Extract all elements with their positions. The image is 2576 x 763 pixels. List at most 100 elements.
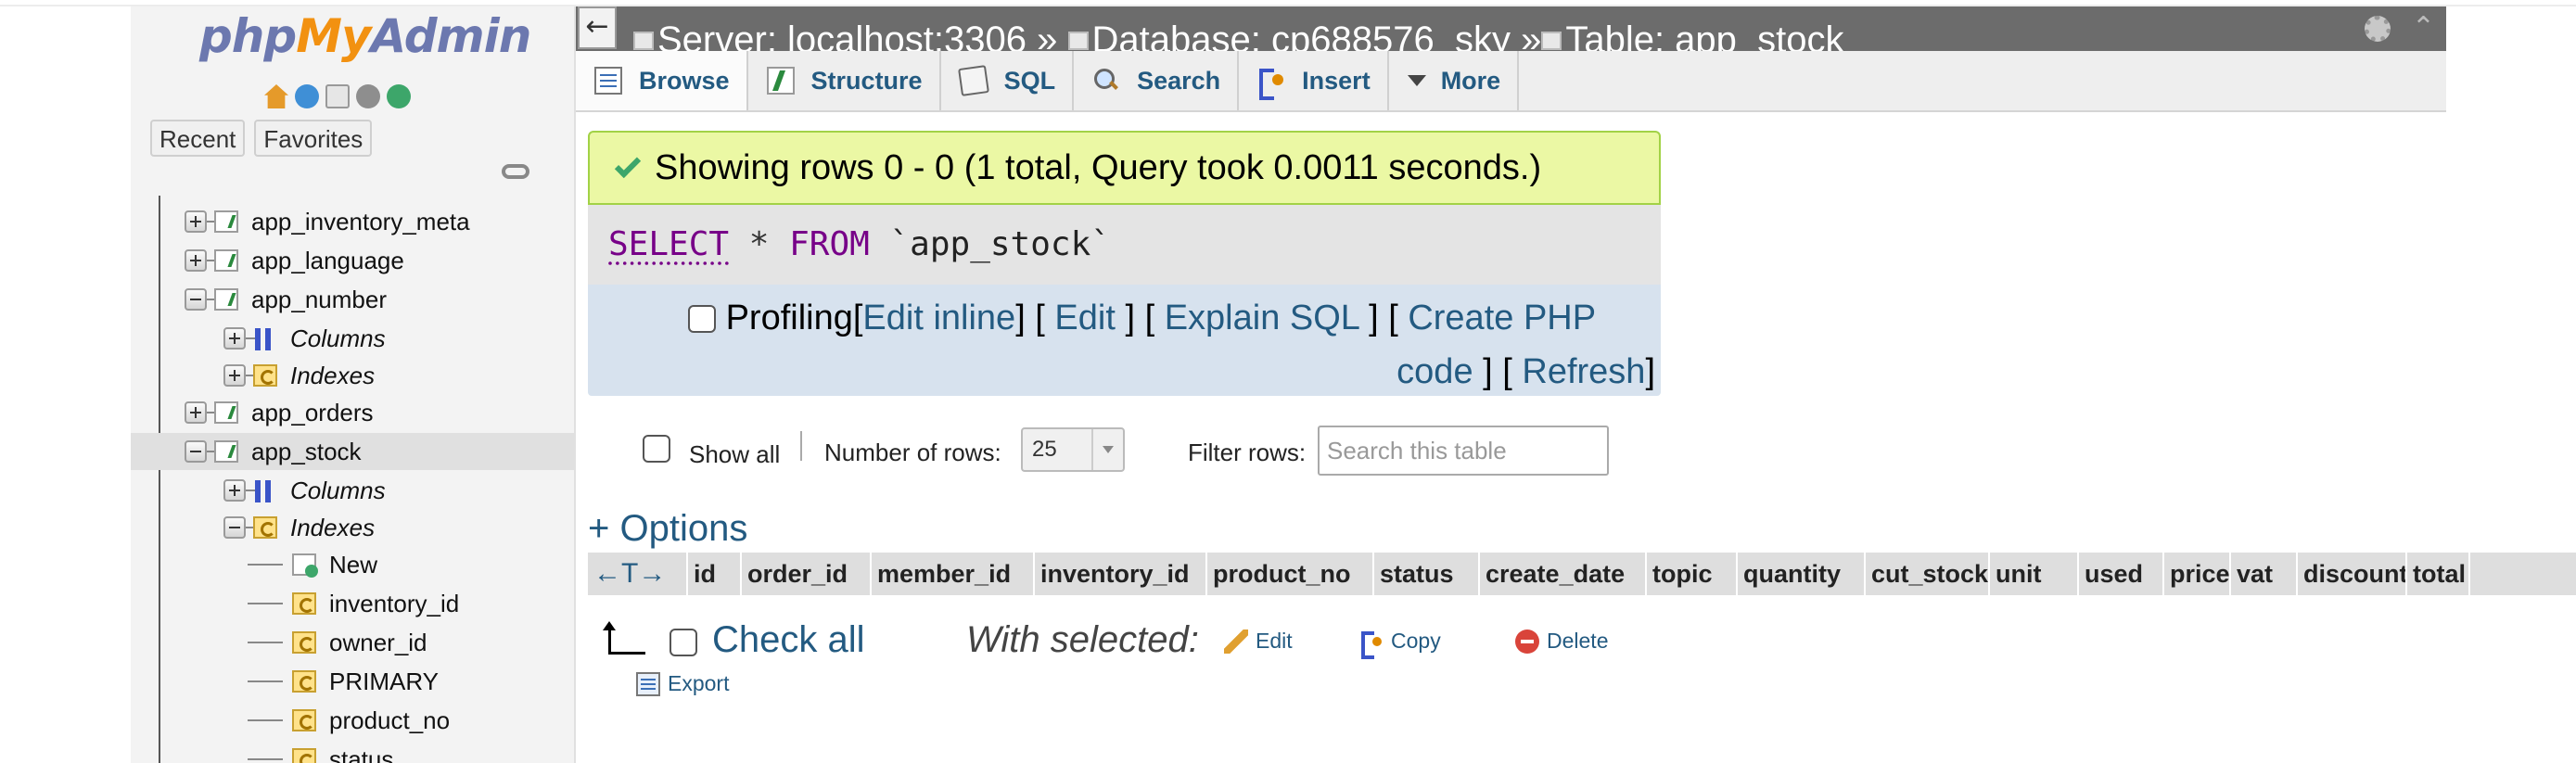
phpmyadmin-logo[interactable]: phpMyAdmin — [199, 9, 531, 63]
create-php-link-cont[interactable]: code — [1396, 352, 1473, 391]
help-icon[interactable] — [295, 84, 319, 108]
tree-item-label[interactable]: app_language — [251, 242, 404, 279]
tab-more[interactable]: More — [1388, 51, 1520, 110]
link-with-main-panel-icon[interactable] — [502, 164, 529, 179]
tree-item-columns[interactable]: Columns — [131, 472, 574, 509]
tree-item-new-index[interactable]: New — [131, 546, 574, 583]
column-header[interactable]: member_id — [872, 553, 1035, 595]
copy-selected-button[interactable]: Copy — [1359, 629, 1441, 659]
tree-item-index[interactable]: inventory_id — [131, 585, 574, 622]
back-button[interactable]: ← — [578, 6, 617, 49]
column-header[interactable]: product_no — [1207, 553, 1374, 595]
tree-item-label[interactable]: Indexes — [290, 509, 375, 546]
reload-icon[interactable] — [387, 84, 411, 108]
column-header[interactable]: quantity — [1738, 553, 1866, 595]
column-header[interactable]: create_date — [1480, 553, 1647, 595]
settings-gear-icon[interactable] — [356, 84, 380, 108]
edit-link[interactable]: Edit — [1054, 299, 1115, 337]
tree-item-indexes[interactable]: Indexes — [131, 357, 574, 394]
tree-item-table[interactable]: app_number — [131, 281, 574, 318]
column-header[interactable]: order_id — [742, 553, 872, 595]
index-icon — [253, 516, 277, 539]
documentation-icon[interactable] — [325, 84, 350, 108]
tree-item-index[interactable]: PRIMARY — [131, 663, 574, 700]
collapse-icon[interactable]: ⌃ — [2412, 14, 2435, 42]
tree-item-label[interactable]: Columns — [290, 472, 386, 509]
tree-item-label[interactable]: PRIMARY — [329, 663, 439, 700]
tree-item-columns[interactable]: Columns — [131, 320, 574, 357]
home-icon[interactable] — [264, 84, 288, 108]
delete-selected-button[interactable]: Delete — [1515, 629, 1608, 654]
create-php-link[interactable]: Create PHP — [1408, 299, 1596, 337]
sql-query-box[interactable]: SELECT * FROM `app_stock` — [588, 205, 1661, 285]
expand-icon[interactable] — [185, 210, 207, 233]
tree-item-table[interactable]: app_inventory_meta — [131, 203, 574, 240]
column-header[interactable]: discount — [2298, 553, 2407, 595]
tree-item-indexes[interactable]: Indexes — [131, 509, 574, 546]
expand-icon[interactable] — [223, 327, 246, 350]
explain-sql-link[interactable]: Explain SQL — [1165, 299, 1359, 337]
column-header[interactable]: used — [2079, 553, 2164, 595]
refresh-link[interactable]: Refresh — [1522, 352, 1645, 391]
breadcrumb-server[interactable]: Server: localhost:3306 — [657, 19, 1027, 51]
tree-item-index[interactable]: product_no — [131, 702, 574, 739]
column-header[interactable]: unit — [1990, 553, 2079, 595]
edit-inline-link[interactable]: Edit inline — [862, 299, 1015, 337]
tree-item-label[interactable]: status — [329, 741, 393, 763]
edit-selected-button[interactable]: Edit — [1224, 629, 1293, 654]
options-toggle[interactable]: + Options — [588, 508, 747, 550]
tree-item-label[interactable]: New — [329, 546, 377, 583]
tab-browse[interactable]: Browse — [576, 51, 748, 110]
column-header[interactable]: vat — [2231, 553, 2298, 595]
check-all-checkbox[interactable] — [670, 629, 697, 656]
collapse-icon[interactable] — [185, 440, 207, 463]
tree-item-label[interactable]: Columns — [290, 320, 386, 357]
tree-item-label[interactable]: inventory_id — [329, 585, 459, 622]
tab-search[interactable]: Search — [1074, 51, 1240, 110]
collapse-icon[interactable] — [185, 288, 207, 311]
with-selected-label: With selected: — [966, 619, 1199, 660]
column-header[interactable]: total — [2407, 553, 2470, 595]
tree-item-table[interactable]: app_orders — [131, 394, 574, 431]
tab-label: SQL — [1003, 66, 1056, 95]
tree-item-table[interactable]: app_language — [131, 242, 574, 279]
tree-item-label[interactable]: app_inventory_meta — [251, 203, 470, 240]
tab-sql[interactable]: SQL — [940, 51, 1075, 110]
column-arrows[interactable]: ←T→ — [588, 553, 688, 595]
expand-icon[interactable] — [223, 479, 246, 502]
column-header[interactable]: topic — [1647, 553, 1738, 595]
settings-gear-icon[interactable] — [2365, 16, 2391, 42]
column-header[interactable]: inventory_id — [1035, 553, 1207, 595]
breadcrumb-separator: » — [1521, 19, 1542, 51]
export-selected-button[interactable]: Export — [636, 671, 729, 696]
column-header[interactable]: cut_stock — [1866, 553, 1990, 595]
tree-item-table[interactable]: app_stock — [131, 433, 574, 470]
collapse-icon[interactable] — [223, 516, 246, 539]
pencil-icon — [1224, 629, 1248, 654]
expand-icon[interactable] — [185, 249, 207, 272]
recent-button[interactable]: Recent — [150, 120, 246, 157]
filter-rows-input[interactable] — [1318, 426, 1609, 476]
number-of-rows-select[interactable]: 25 — [1021, 427, 1125, 472]
tab-insert[interactable]: Insert — [1239, 51, 1389, 110]
tab-structure[interactable]: Structure — [747, 51, 941, 110]
tree-item-label[interactable]: app_orders — [251, 394, 374, 431]
favorites-button[interactable]: Favorites — [254, 120, 373, 157]
check-all-label[interactable]: Check all — [712, 619, 865, 661]
column-header[interactable]: status — [1374, 553, 1480, 595]
tree-item-index[interactable]: owner_id — [131, 624, 574, 661]
column-header[interactable]: id — [688, 553, 742, 595]
tree-item-label[interactable]: app_stock — [251, 433, 362, 470]
breadcrumb-database[interactable]: Database: cp688576_sky — [1092, 19, 1511, 51]
tree-item-label[interactable]: owner_id — [329, 624, 427, 661]
profiling-checkbox[interactable] — [688, 305, 716, 333]
tree-item-index[interactable]: status — [131, 741, 574, 763]
breadcrumb-table[interactable]: Table: app_stock — [1565, 19, 1843, 51]
expand-icon[interactable] — [185, 401, 207, 424]
column-header[interactable]: price — [2164, 553, 2231, 595]
expand-icon[interactable] — [223, 364, 246, 387]
tree-item-label[interactable]: Indexes — [290, 357, 375, 394]
tree-item-label[interactable]: app_number — [251, 281, 387, 318]
show-all-checkbox[interactable] — [643, 435, 670, 463]
tree-item-label[interactable]: product_no — [329, 702, 450, 739]
